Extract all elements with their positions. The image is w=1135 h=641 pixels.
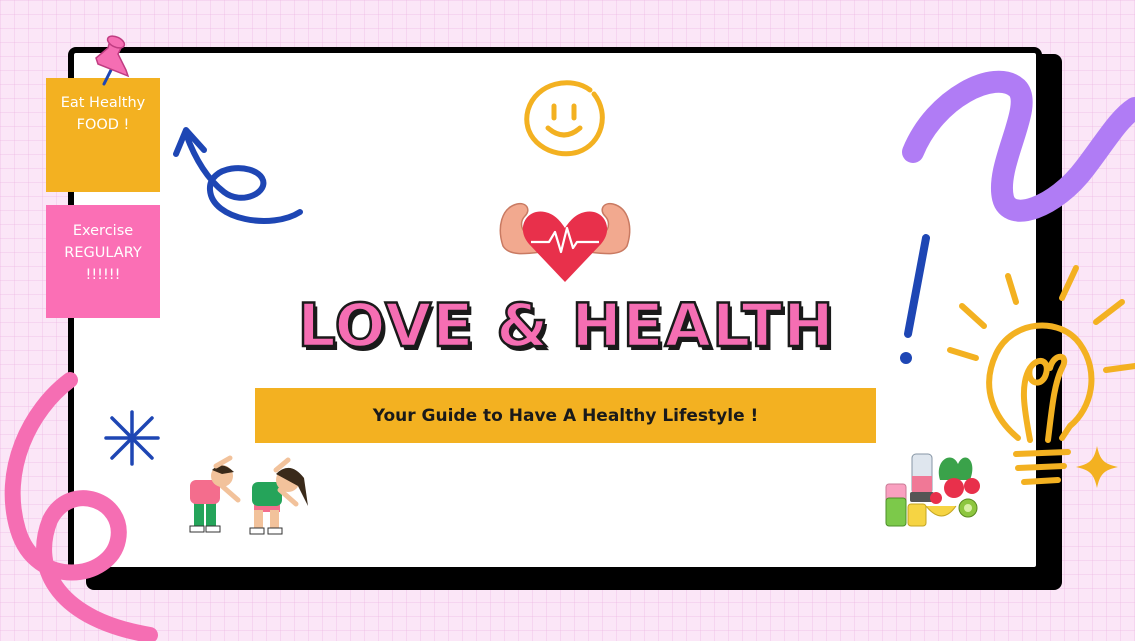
- exercising-kids-icon: [189, 455, 308, 535]
- heart-arms-icon: [499, 202, 631, 282]
- note-eat-healthy: Eat Healthy FOOD !: [46, 78, 160, 192]
- note-food-line-2: FOOD !: [76, 117, 130, 133]
- note-exercise-line-1: Exercise: [72, 223, 134, 239]
- note-exercise: Exercise REGULARY !!!!!!: [46, 205, 160, 318]
- note-exercise-line-2: REGULARY: [64, 245, 142, 261]
- subtitle-banner: Your Guide to Have A Healthy Lifestyle !: [255, 388, 876, 443]
- pushpin-icon: [95, 35, 130, 86]
- smiley-icon: [524, 80, 605, 157]
- sparkle-icon: [1076, 446, 1118, 488]
- note-exercise-line-3: !!!!!!: [85, 267, 121, 283]
- exclamation-icon: [900, 234, 930, 364]
- page-title: LOVE & HEALTH: [296, 291, 835, 361]
- purple-squiggle-icon: [902, 70, 1135, 222]
- asterisk-icon: [104, 410, 160, 466]
- note-food-line-1: Eat Healthy: [60, 95, 146, 111]
- subtitle: Your Guide to Have A Healthy Lifestyle !: [372, 405, 759, 426]
- curly-arrow-icon: [173, 127, 303, 224]
